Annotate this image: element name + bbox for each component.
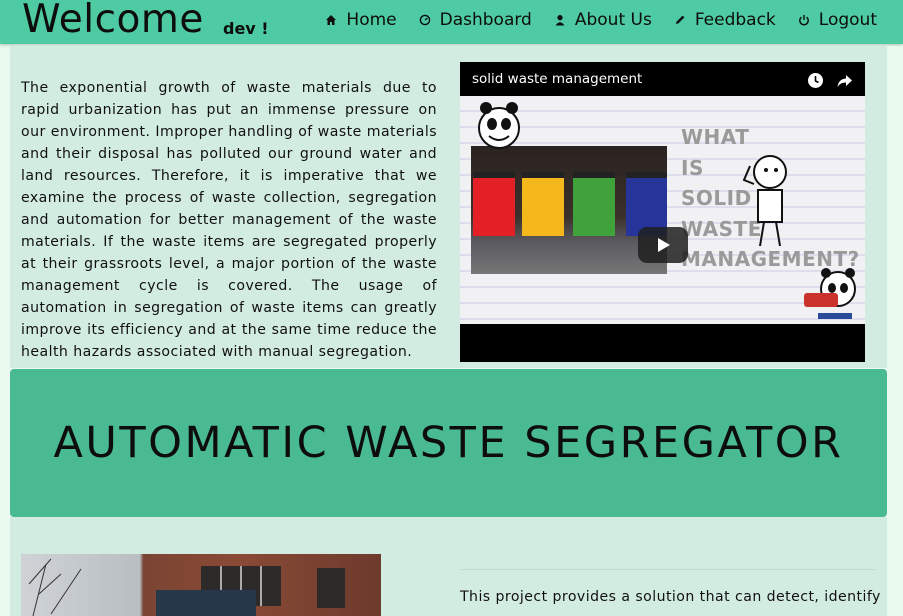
building-image (28, 558, 345, 616)
section-divider (460, 569, 876, 570)
panda-cartoon-icon (478, 102, 520, 149)
project-photo (21, 554, 381, 616)
video-embed[interactable]: solid waste management WHAT IS SOLID WAS… (460, 62, 865, 362)
nav-home-label: Home (346, 10, 397, 30)
green-bin (573, 172, 615, 236)
home-icon (326, 15, 337, 25)
nav-links: Home Dashboard About Us Feedback Logout (325, 10, 877, 30)
project-description: This project provides a solution that ca… (460, 589, 881, 605)
yellow-bin (522, 172, 564, 236)
nav-feedback[interactable]: Feedback (674, 10, 776, 30)
right-margin (887, 46, 903, 616)
play-button[interactable] (638, 227, 688, 263)
share-icon[interactable] (836, 72, 853, 89)
brand-username: dev ! (223, 19, 269, 38)
thumbnail-word: WHAT (681, 125, 750, 149)
user-icon (555, 15, 565, 26)
project-section: This project provides a solution that ca… (10, 517, 887, 616)
nav-dashboard-label: Dashboard (439, 10, 532, 30)
project-banner: AUTOMATIC WASTE SEGREGATOR (10, 369, 887, 517)
panda-logo-icon (804, 268, 856, 319)
power-icon (798, 15, 809, 26)
intro-section: The exponential growth of waste material… (10, 46, 887, 368)
intro-paragraph: The exponential growth of waste material… (21, 80, 437, 360)
pencil-icon (675, 15, 685, 24)
nav-logout[interactable]: Logout (798, 10, 877, 30)
nav-feedback-label: Feedback (694, 10, 776, 30)
nav-about-us-label: About Us (574, 10, 652, 30)
watch-later-icon[interactable] (807, 72, 824, 89)
brand-title: Welcome (22, 0, 204, 42)
thinking-man-cartoon-icon (742, 155, 787, 247)
nav-dashboard[interactable]: Dashboard (419, 10, 532, 30)
video-title[interactable]: solid waste management (472, 71, 642, 87)
red-bin (473, 172, 515, 236)
nav-home[interactable]: Home (325, 10, 397, 30)
video-actions (807, 72, 853, 89)
video-thumbnail[interactable]: WHAT IS SOLID WASTE MANAGEMENT? (460, 96, 865, 324)
nav-about-us[interactable]: About Us (554, 10, 652, 30)
dashboard-icon (419, 14, 430, 26)
top-navbar: Welcome dev ! Home Dashboard About Us Fe… (0, 0, 903, 44)
banner-title: AUTOMATIC WASTE SEGREGATOR (53, 418, 844, 468)
nav-logout-label: Logout (818, 10, 877, 30)
